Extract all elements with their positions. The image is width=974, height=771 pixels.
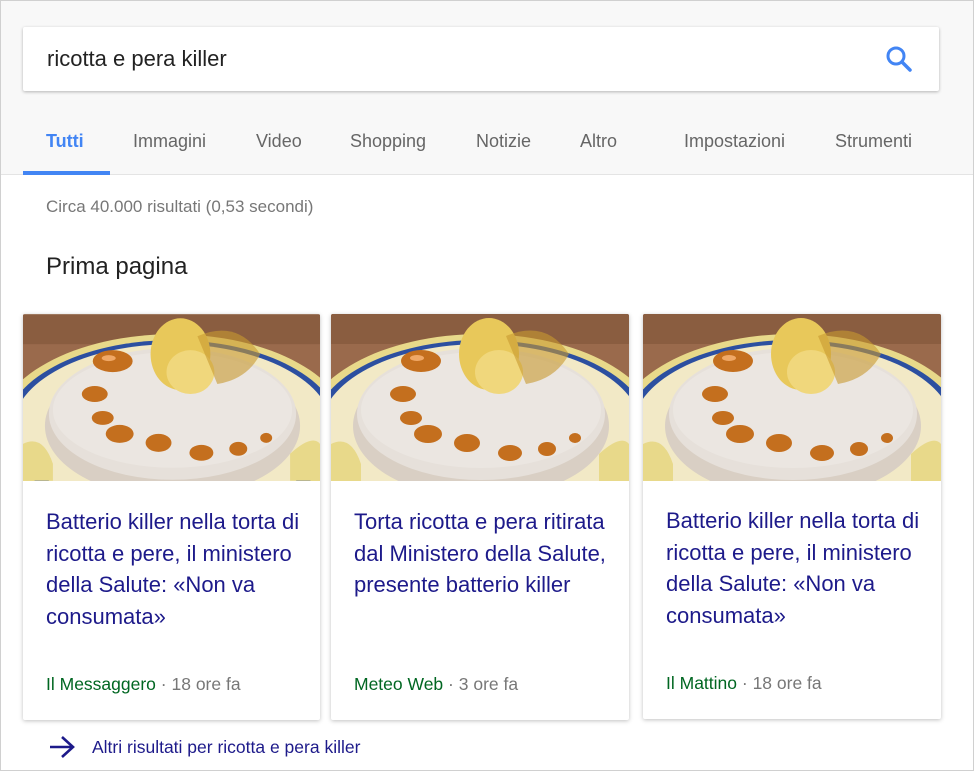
news-title[interactable]: Batterio killer nella torta di ricotta e…: [46, 506, 306, 632]
results-stats: Circa 40.000 risultati (0,53 secondi): [46, 197, 314, 216]
search-tabs: Tutti Immagini Video Shopping Notizie Al…: [1, 121, 973, 175]
separator-dot: ·: [160, 674, 172, 694]
more-results-label[interactable]: Altri risultati per ricotta e pera kille…: [92, 737, 360, 758]
active-tab-indicator: [23, 171, 110, 175]
news-thumbnail: [23, 314, 320, 481]
tab-impostazioni[interactable]: Impostazioni: [684, 131, 785, 152]
news-title[interactable]: Batterio killer nella torta di ricotta e…: [666, 505, 927, 631]
tab-strumenti[interactable]: Strumenti: [835, 131, 912, 152]
separator-dot: ·: [741, 673, 753, 693]
news-meta: Il Messaggero · 18 ore fa: [46, 674, 241, 695]
news-time: 18 ore fa: [171, 674, 241, 694]
news-meta: Meteo Web · 3 ore fa: [354, 674, 518, 695]
top-stories-title: Prima pagina: [46, 253, 188, 280]
tab-immagini[interactable]: Immagini: [133, 131, 206, 152]
tab-video[interactable]: Video: [256, 131, 302, 152]
news-source: Il Mattino: [666, 673, 737, 693]
search-header: ricotta e pera killer Tutti Immagini Vid…: [1, 1, 973, 175]
tab-tutti[interactable]: Tutti: [46, 131, 84, 152]
tab-altro[interactable]: Altro: [580, 131, 617, 152]
search-icon[interactable]: [885, 45, 913, 73]
news-card[interactable]: Torta ricotta e pera ritirata dal Minist…: [331, 314, 629, 720]
news-title[interactable]: Torta ricotta e pera ritirata dal Minist…: [354, 506, 615, 601]
news-meta: Il Mattino · 18 ore fa: [666, 673, 822, 694]
news-thumbnail: [331, 314, 629, 481]
news-card[interactable]: Batterio killer nella torta di ricotta e…: [23, 314, 320, 720]
news-time: 3 ore fa: [458, 674, 519, 694]
search-input[interactable]: ricotta e pera killer: [47, 46, 227, 72]
news-time: 18 ore fa: [752, 673, 822, 693]
tab-notizie[interactable]: Notizie: [476, 131, 531, 152]
search-box[interactable]: ricotta e pera killer: [23, 27, 939, 91]
news-source: Il Messaggero: [46, 674, 156, 694]
arrow-right-icon: [50, 736, 75, 758]
news-thumbnail: [643, 314, 941, 481]
news-card[interactable]: Batterio killer nella torta di ricotta e…: [643, 314, 941, 719]
tab-shopping[interactable]: Shopping: [350, 131, 426, 152]
news-source: Meteo Web: [354, 674, 444, 694]
separator-dot: ·: [448, 674, 459, 694]
